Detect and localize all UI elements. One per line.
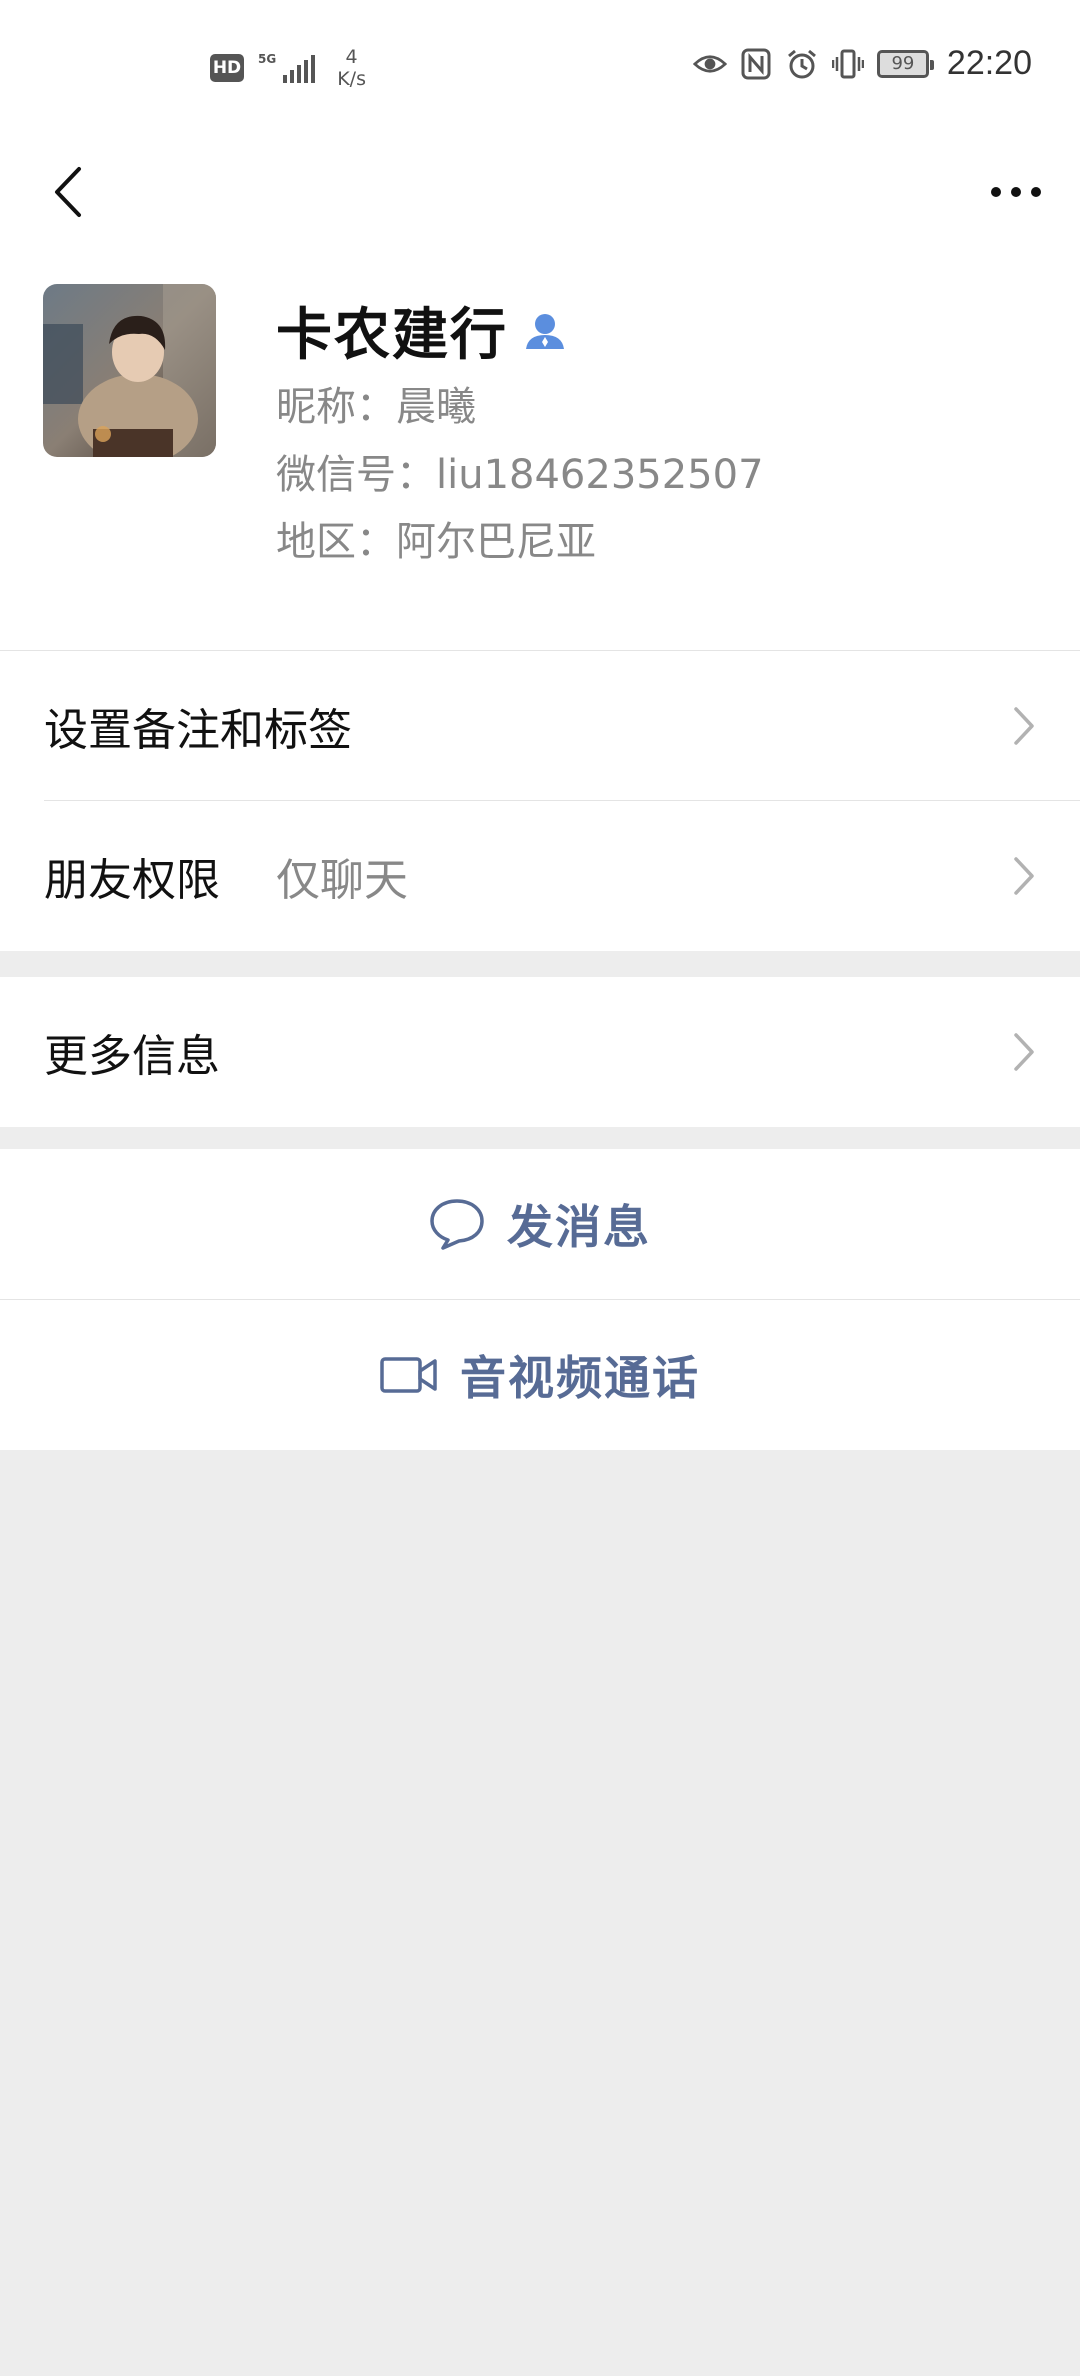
video-camera-icon [380, 1357, 437, 1393]
more-options-button[interactable] [976, 152, 1056, 232]
chevron-right-icon [1014, 707, 1034, 745]
more-dots-icon [991, 187, 1041, 197]
friend-permission-label: 朋友权限 [44, 855, 220, 906]
contact-person-icon [526, 313, 564, 349]
more-info-cell[interactable]: 更多信息 [0, 977, 1080, 1127]
remark-name: 卡农建行 [276, 303, 508, 368]
nickname: 昵称：晨曦 [276, 384, 476, 430]
signal-icon: 5G [258, 52, 316, 83]
status-bar: HD 5G 4 K/s 99 22:20 [0, 0, 1080, 140]
chevron-left-icon [55, 167, 81, 217]
vibrate-icon [831, 47, 865, 81]
clock: 22:20 [946, 44, 1032, 82]
region: 地区：阿尔巴尼亚 [276, 519, 596, 565]
alarm-icon [785, 47, 819, 81]
nfc-icon [739, 47, 773, 81]
battery-icon: 99 [876, 49, 934, 78]
name-row: 卡农建行 [276, 290, 566, 371]
status-bar-right: 99 22:20 [692, 44, 1032, 83]
send-message-button[interactable]: 发消息 [0, 1149, 1080, 1299]
friend-permission-cell[interactable]: 朋友权限 仅聊天 [0, 801, 1080, 951]
network-speed: 4 K/s [337, 46, 366, 90]
speed-value: 4 [345, 46, 358, 68]
remark-tags-label: 设置备注和标签 [44, 705, 352, 756]
friend-permission-value: 仅聊天 [276, 855, 408, 906]
speed-unit: K/s [337, 68, 366, 90]
eye-icon [692, 47, 727, 81]
av-call-button[interactable]: 音视频通话 [0, 1300, 1080, 1450]
chat-bubble-icon [430, 1199, 484, 1250]
chevron-right-icon [1014, 1033, 1034, 1071]
back-button[interactable] [28, 152, 108, 232]
more-info-label: 更多信息 [44, 1031, 220, 1082]
av-call-label: 音视频通话 [460, 1351, 700, 1405]
wechat-id[interactable]: 微信号：liu18462352507 [276, 442, 764, 500]
chevron-right-icon [1014, 857, 1034, 895]
status-bar-left: HD 5G 4 K/s [210, 46, 366, 90]
profile-header: 卡农建行 昵称：晨曦 微信号：liu18462352507 地区：阿尔巴尼亚 [0, 250, 1080, 650]
network-type: 5G [258, 52, 277, 66]
send-message-label: 发消息 [507, 1200, 651, 1254]
nav-bar [0, 140, 1080, 250]
hd-icon: HD [210, 54, 244, 82]
remark-tags-cell[interactable]: 设置备注和标签 [0, 651, 1080, 801]
avatar[interactable] [43, 284, 216, 457]
